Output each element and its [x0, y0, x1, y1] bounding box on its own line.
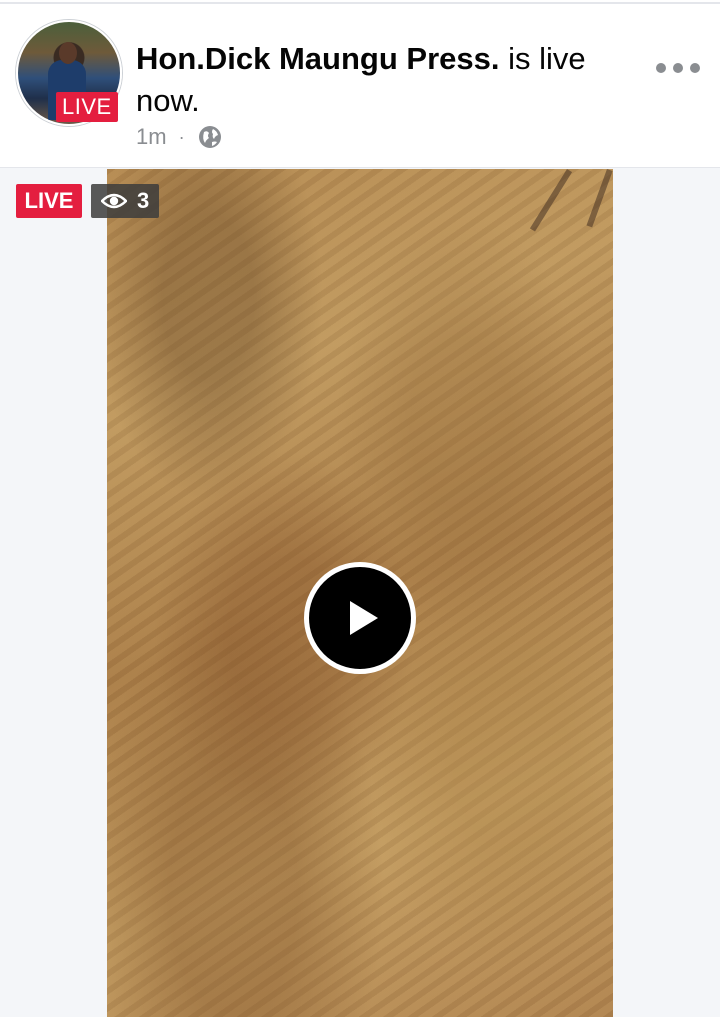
play-button[interactable]	[304, 562, 416, 674]
post-meta: 1m ·	[136, 122, 223, 152]
more-options-icon[interactable]	[656, 54, 700, 82]
live-badge: LIVE	[16, 184, 82, 218]
avatar-live-badge: LIVE	[56, 92, 118, 122]
video-shadow-detail	[586, 169, 613, 228]
viewer-count: 3	[137, 188, 150, 213]
more-dot-2	[673, 63, 683, 73]
globe-icon	[198, 126, 221, 148]
profile-avatar-wrapper[interactable]: LIVE	[16, 20, 122, 126]
viewer-count-badge: 3	[91, 184, 160, 218]
post-header: LIVE Hon.Dick Maungu Press. is live now.…	[0, 4, 720, 166]
play-icon	[350, 601, 378, 635]
eye-icon	[101, 193, 127, 209]
more-dot-3	[690, 63, 700, 73]
meta-separator: ·	[178, 126, 185, 147]
author-name-link[interactable]: Hon.Dick Maungu Press.	[136, 41, 499, 76]
video-shadow-detail	[529, 169, 573, 232]
post-title: Hon.Dick Maungu Press. is live now.	[136, 38, 636, 122]
post-timestamp[interactable]: 1m	[136, 124, 167, 150]
more-dot-1	[656, 63, 666, 73]
